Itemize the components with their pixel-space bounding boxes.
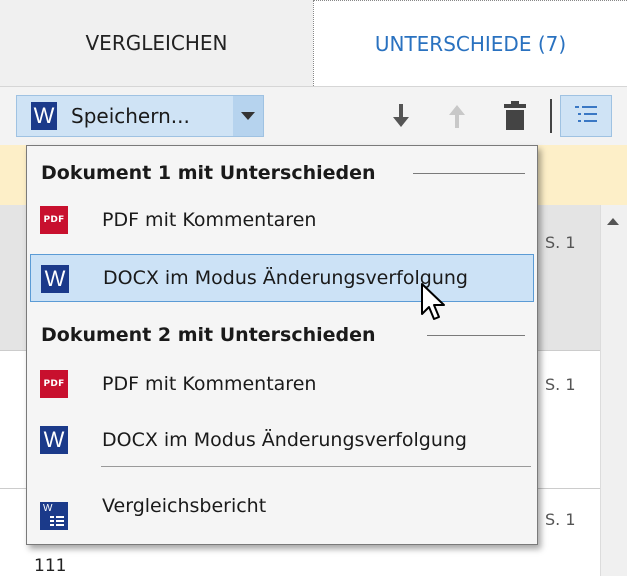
scroll-up-arrow-icon[interactable] (607, 218, 619, 225)
menu-item-label: DOCX im Modus Änderungsverfolgung (102, 429, 467, 451)
header-divider (413, 173, 525, 174)
menu-item-doc1-docx[interactable]: W DOCX im Modus Änderungsverfolgung (30, 254, 534, 302)
page-reference: S. 1 (545, 233, 576, 252)
menu-item-label: PDF mit Kommentaren (102, 209, 317, 231)
menu-item-doc2-docx[interactable]: W DOCX im Modus Änderungsverfolgung (30, 416, 534, 464)
mouse-cursor-icon (420, 282, 450, 326)
save-button[interactable]: W Speichern... (17, 96, 231, 136)
toolbar: W Speichern... (0, 86, 627, 145)
menu-item-label: DOCX im Modus Änderungsverfolgung (103, 267, 468, 289)
tab-vergleichen[interactable]: VERGLEICHEN (0, 0, 313, 86)
menu-section-header: Dokument 2 mit Unterschieden (41, 324, 376, 346)
pdf-icon: PDF (40, 206, 68, 234)
toolbar-separator (550, 99, 552, 133)
word-icon: W (31, 102, 57, 130)
scrollbar[interactable] (600, 205, 627, 576)
trash-icon[interactable] (498, 99, 532, 133)
download-icon[interactable] (386, 99, 416, 133)
header-divider (427, 335, 525, 336)
menu-item-label: PDF mit Kommentaren (102, 373, 317, 395)
save-menu: Dokument 1 mit Unterschieden PDF PDF mit… (26, 145, 538, 545)
word-icon: W (40, 426, 68, 454)
page-reference: S. 1 (545, 375, 576, 394)
tab-bar: VERGLEICHEN UNTERSCHIEDE (7) (0, 0, 627, 86)
line-number: 111 (34, 556, 67, 576)
word-icon: W (41, 265, 69, 293)
list-icon (573, 103, 599, 129)
page-reference: S. 1 (545, 510, 576, 529)
report-icon: W (40, 502, 68, 530)
list-view-button[interactable] (560, 95, 612, 137)
upload-icon[interactable] (442, 99, 472, 133)
menu-section-header: Dokument 1 mit Unterschieden (41, 162, 376, 184)
menu-item-doc1-pdf[interactable]: PDF PDF mit Kommentaren (30, 196, 534, 244)
menu-separator (101, 466, 531, 467)
chevron-down-icon (241, 112, 255, 120)
menu-item-label: Vergleichsbericht (102, 495, 267, 517)
save-dropdown-button[interactable] (233, 96, 263, 136)
menu-item-doc2-pdf[interactable]: PDF PDF mit Kommentaren (30, 360, 534, 408)
tab-unterschiede[interactable]: UNTERSCHIEDE (7) (313, 0, 627, 86)
save-label: Speichern... (71, 104, 190, 128)
save-split-button: W Speichern... (16, 95, 264, 137)
menu-item-report[interactable]: W Vergleichsbericht (30, 482, 534, 530)
pdf-icon: PDF (40, 370, 68, 398)
